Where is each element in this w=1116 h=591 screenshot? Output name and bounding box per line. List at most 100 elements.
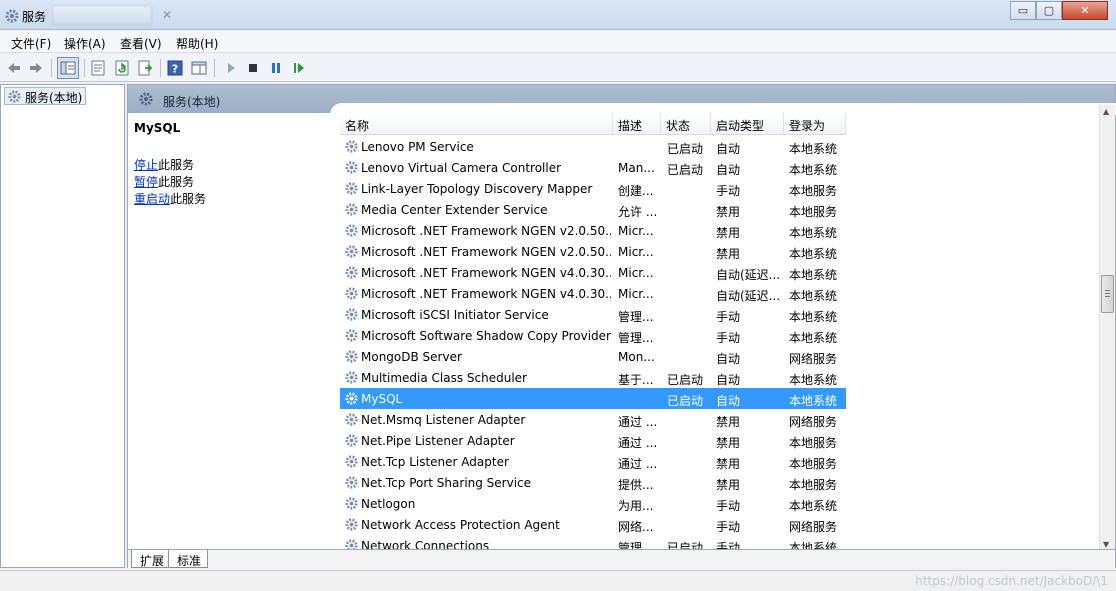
show-hide-pane-icon[interactable] bbox=[190, 59, 208, 77]
forward-arrow-icon[interactable] bbox=[27, 59, 45, 77]
cell-description: 允许 ... bbox=[618, 205, 658, 219]
cell-status: 已启动 bbox=[667, 163, 704, 177]
column-description[interactable]: 描述 bbox=[613, 113, 661, 135]
menu-view[interactable]: 查看(V) bbox=[120, 35, 162, 52]
service-gear-icon bbox=[344, 370, 359, 385]
cell-logon-as: 本地系统 bbox=[789, 289, 838, 303]
refresh-icon[interactable] bbox=[113, 59, 131, 77]
cell-logon-as: 本地系统 bbox=[789, 373, 838, 387]
service-gear-icon bbox=[344, 223, 359, 238]
table-row[interactable]: Net.Tcp Port Sharing Service 提供... 禁用 本地服务 bbox=[340, 472, 846, 493]
service-gear-icon bbox=[344, 328, 359, 343]
table-row[interactable]: Net.Pipe Listener Adapter 通过 ... 禁用 本地服务 bbox=[340, 430, 846, 451]
window-title: 服务 bbox=[22, 10, 47, 24]
service-gear-icon bbox=[344, 265, 359, 280]
cell-description: 为用... bbox=[618, 499, 654, 513]
table-row[interactable]: Microsoft .NET Framework NGEN v2.0.50...… bbox=[340, 220, 846, 241]
cell-status: 已启动 bbox=[667, 142, 704, 156]
tab-standard[interactable]: 标准 bbox=[168, 550, 209, 568]
menu-action[interactable]: 操作(A) bbox=[64, 35, 106, 52]
cell-logon-as: 本地服务 bbox=[789, 184, 838, 198]
table-row[interactable]: Link-Layer Topology Discovery Mapper 创建..… bbox=[340, 178, 846, 199]
close-button[interactable]: ✕ bbox=[1062, 1, 1108, 20]
blurred-tab bbox=[52, 5, 152, 25]
help-icon[interactable]: ? bbox=[166, 59, 184, 77]
table-row[interactable]: Microsoft .NET Framework NGEN v2.0.50...… bbox=[340, 241, 846, 262]
column-startup-type[interactable]: 启动类型 bbox=[711, 113, 784, 135]
menu-help[interactable]: 帮助(H) bbox=[176, 35, 218, 52]
stop-service-icon[interactable] bbox=[244, 59, 262, 77]
menu-file[interactable]: 文件(F) bbox=[11, 35, 51, 52]
cell-startup-type: 禁用 bbox=[716, 457, 741, 471]
back-arrow-icon[interactable] bbox=[5, 59, 23, 77]
table-row[interactable]: Lenovo PM Service 已启动 自动 本地系统 bbox=[340, 136, 846, 157]
table-row[interactable]: Network Connections 管理... 已启动 手动 本地系统 bbox=[340, 535, 846, 549]
table-row[interactable]: MongoDB Server Mon... 自动 网络服务 bbox=[340, 346, 846, 367]
minimize-icon: ▭ bbox=[1017, 4, 1029, 17]
cell-startup-type: 禁用 bbox=[716, 436, 741, 450]
restart-service-link[interactable]: 重启动 bbox=[134, 192, 170, 206]
pause-service-link[interactable]: 暂停 bbox=[134, 175, 158, 189]
start-service-icon[interactable] bbox=[222, 59, 240, 77]
service-gear-icon bbox=[344, 433, 359, 448]
table-row[interactable]: Net.Tcp Listener Adapter 通过 ... 禁用 本地服务 bbox=[340, 451, 846, 472]
cell-logon-as: 本地系统 bbox=[789, 163, 838, 177]
cell-logon-as: 本地系统 bbox=[789, 247, 838, 261]
services-list: 名称 ˄ 描述 状态 启动类型 登录为 Lenovo PM Service 已启动… bbox=[340, 113, 1100, 549]
scroll-up-icon[interactable]: ▲ bbox=[1103, 107, 1109, 116]
cell-startup-type: 手动 bbox=[716, 541, 741, 549]
table-row[interactable]: Lenovo Virtual Camera Controller Man... 已启… bbox=[340, 157, 846, 178]
service-gear-icon bbox=[344, 160, 359, 175]
cell-logon-as: 本地系统 bbox=[789, 226, 838, 240]
tab-close-icon[interactable]: ✕ bbox=[162, 8, 172, 22]
column-logon-as[interactable]: 登录为 bbox=[784, 113, 846, 135]
cell-logon-as: 本地系统 bbox=[789, 394, 838, 408]
action-suffix: 此服务 bbox=[158, 175, 195, 189]
cell-logon-as: 本地系统 bbox=[789, 541, 838, 549]
column-status[interactable]: 状态 bbox=[661, 113, 711, 135]
table-row[interactable]: Net.Msmq Listener Adapter 通过 ... 禁用 网络服务 bbox=[340, 409, 846, 430]
table-row[interactable]: Netlogon 为用... 手动 本地系统 bbox=[340, 493, 846, 514]
services-gear-icon bbox=[139, 92, 153, 106]
stop-service-link[interactable]: 停止 bbox=[134, 158, 158, 172]
tab-extended[interactable]: 扩展 bbox=[131, 550, 172, 568]
cell-startup-type: 禁用 bbox=[716, 205, 741, 219]
properties-icon[interactable] bbox=[89, 59, 107, 77]
minimize-button[interactable]: ▭ bbox=[1010, 1, 1036, 20]
table-row[interactable]: Microsoft Software Shadow Copy Provider 管… bbox=[340, 325, 846, 346]
show-tree-icon[interactable] bbox=[57, 57, 79, 79]
cell-description: 提供... bbox=[618, 478, 654, 492]
cell-description: 网络... bbox=[618, 520, 654, 534]
main-header: 服务(本地) bbox=[128, 85, 1116, 115]
table-row[interactable]: Media Center Extender Service 允许 ... 禁用 本地服… bbox=[340, 199, 846, 220]
service-gear-icon bbox=[344, 412, 359, 427]
pause-service-icon[interactable] bbox=[267, 59, 285, 77]
cell-status: 已启动 bbox=[667, 373, 704, 387]
table-row[interactable]: Microsoft iSCSI Initiator Service 管理... 手动… bbox=[340, 304, 846, 325]
table-row[interactable]: Microsoft .NET Framework NGEN v4.0.30...… bbox=[340, 283, 846, 304]
restart-service-icon[interactable] bbox=[290, 59, 308, 77]
scrollbar-thumb[interactable] bbox=[1101, 275, 1114, 313]
cell-status: 已启动 bbox=[667, 541, 704, 549]
cell-startup-type: 禁用 bbox=[716, 415, 741, 429]
cell-logon-as: 本地系统 bbox=[789, 142, 838, 156]
export-icon[interactable] bbox=[137, 59, 155, 77]
restart-service-action: 重启动此服务 bbox=[134, 190, 206, 207]
service-gear-icon bbox=[344, 349, 359, 364]
scroll-down-icon[interactable]: ▼ bbox=[1103, 540, 1109, 549]
tree-item-services-local[interactable]: 服务(本地) bbox=[4, 87, 87, 105]
table-row[interactable]: Network Access Protection Agent 网络... 手动 网络… bbox=[340, 514, 846, 535]
cell-logon-as: 本地服务 bbox=[789, 205, 838, 219]
service-gear-icon bbox=[344, 391, 359, 406]
stop-service-action: 停止此服务 bbox=[134, 156, 194, 173]
table-row[interactable]: MySQL 已启动 自动 本地系统 bbox=[340, 388, 846, 409]
table-row[interactable]: Multimedia Class Scheduler 基于... 已启动 自动 本地系统 bbox=[340, 367, 846, 388]
table-row[interactable]: Microsoft .NET Framework NGEN v4.0.30...… bbox=[340, 262, 846, 283]
column-name[interactable]: 名称 ˄ bbox=[340, 113, 613, 135]
cell-description: 管理... bbox=[618, 331, 654, 345]
cell-startup-type: 自动 bbox=[716, 163, 741, 177]
vertical-scrollbar[interactable]: ▲ ▼ bbox=[1099, 105, 1115, 551]
cell-name: Netlogon bbox=[361, 497, 416, 511]
cell-description: 通过 ... bbox=[618, 415, 658, 429]
maximize-button[interactable]: ▢ bbox=[1036, 1, 1062, 20]
